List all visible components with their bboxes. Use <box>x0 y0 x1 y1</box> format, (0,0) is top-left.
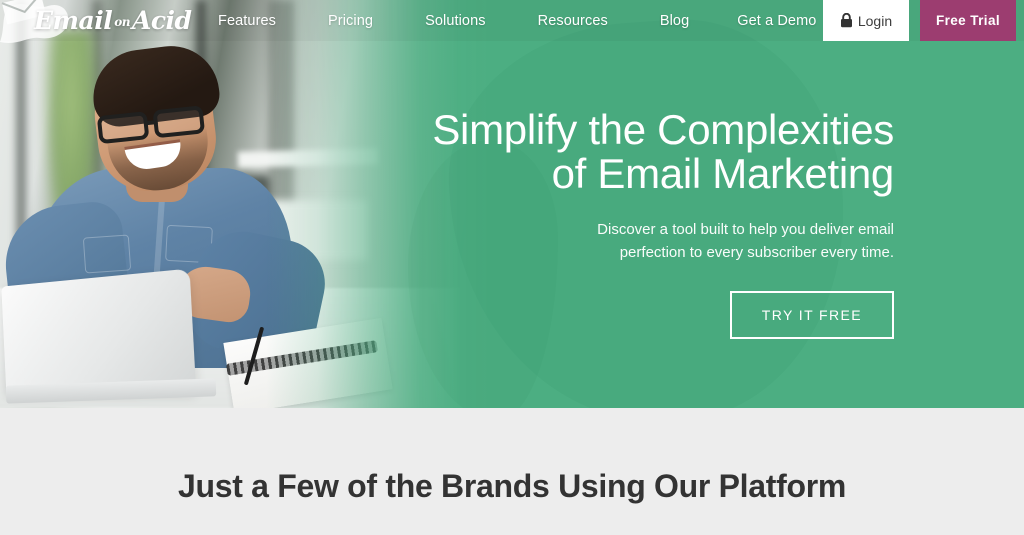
nav-actions: Login Free Trial <box>823 0 1024 41</box>
logo-word-acid: Acid <box>131 6 192 35</box>
landing-page: Simplify the Complexities of Email Marke… <box>0 0 1024 535</box>
nav-links: Features Pricing Solutions Resources Blo… <box>198 0 823 41</box>
brands-heading: Just a Few of the Brands Using Our Platf… <box>177 468 847 504</box>
hero-content: Simplify the Complexities of Email Marke… <box>424 106 894 339</box>
logo-word-email: Email <box>34 6 113 35</box>
brands-section: Just a Few of the Brands Using Our Platf… <box>0 408 1024 535</box>
nav-item-features[interactable]: Features <box>218 13 276 29</box>
hero-subheadline: Discover a tool built to help you delive… <box>597 221 894 262</box>
login-label: Login <box>857 12 893 29</box>
nav-item-get-a-demo[interactable]: Get a Demo <box>737 13 816 29</box>
free-trial-button[interactable]: Free Trial <box>920 0 1016 41</box>
logo-word-on: on <box>114 15 130 29</box>
site-logo[interactable]: Email onAcid <box>0 0 198 43</box>
try-it-free-button[interactable]: TRY IT FREE <box>729 290 894 339</box>
nav-item-pricing[interactable]: Pricing <box>328 13 373 29</box>
nav-item-resources[interactable]: Resources <box>538 13 608 29</box>
login-button[interactable]: Login <box>823 0 909 41</box>
main-navigation: Email onAcid Features Pricing Solutions R… <box>0 0 1024 43</box>
hero-section: Simplify the Complexities of Email Marke… <box>0 0 1024 408</box>
nav-item-blog[interactable]: Blog <box>660 13 689 29</box>
logo-wordmark: Email onAcid <box>34 6 192 35</box>
lock-icon <box>840 13 852 28</box>
nav-item-solutions[interactable]: Solutions <box>425 13 486 29</box>
hero-headline: Simplify the Complexities of Email Marke… <box>432 106 894 198</box>
